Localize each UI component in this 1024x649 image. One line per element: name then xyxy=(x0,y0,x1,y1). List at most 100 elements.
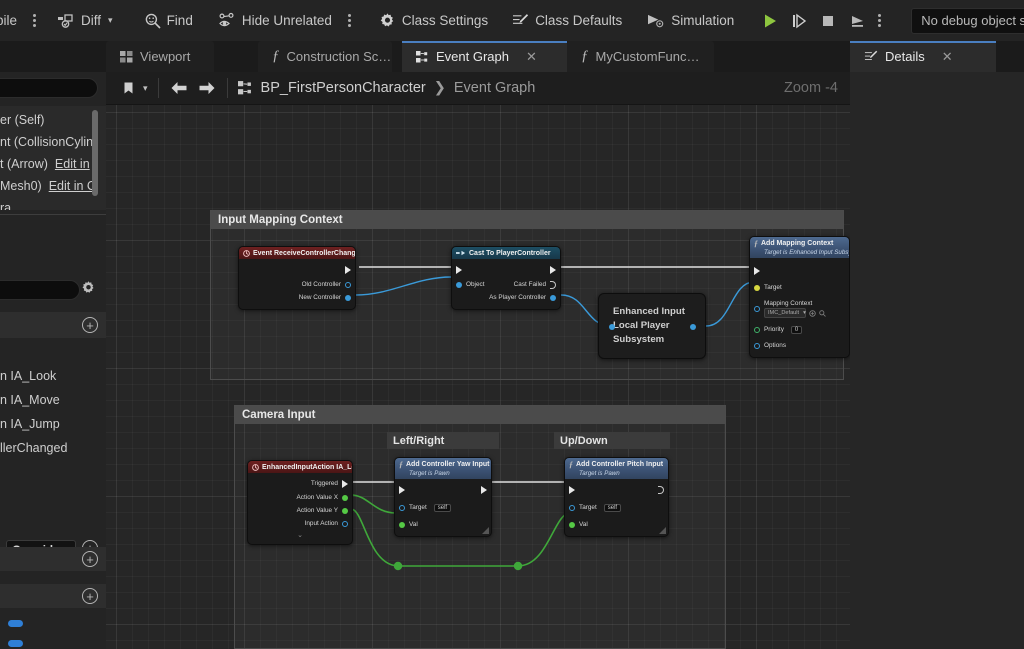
node-pin-cast-failed[interactable]: Cast Failed xyxy=(514,281,556,289)
exec-in-pin-icon[interactable] xyxy=(569,486,575,494)
float-pin-icon[interactable] xyxy=(342,508,348,514)
priority-value-input[interactable]: 0 xyxy=(791,326,802,334)
compile-options-kebab[interactable] xyxy=(26,6,43,36)
play-options-kebab[interactable] xyxy=(871,6,888,36)
object-out-pin-icon[interactable] xyxy=(690,324,696,330)
exec-out-pin-icon[interactable] xyxy=(550,266,556,274)
node-pin-as-player-controller[interactable]: As Player Controller xyxy=(452,291,560,304)
debug-object-selector[interactable]: No debug object select xyxy=(911,8,1024,34)
node-resize-grip[interactable] xyxy=(659,527,666,534)
exec-pin-icon[interactable] xyxy=(754,267,760,275)
play-button[interactable] xyxy=(755,7,784,35)
node-pin-action-value-x[interactable]: Action Value X xyxy=(248,491,352,504)
compile-button[interactable]: pile xyxy=(0,6,26,36)
object-pin-icon[interactable] xyxy=(456,282,462,288)
node-cast-to-player-controller[interactable]: Cast To PlayerController Object Cast Fai… xyxy=(451,246,561,310)
node-pin-val[interactable]: Val xyxy=(565,518,668,531)
event-graph-canvas[interactable]: Input Mapping Context Camera Input xyxy=(106,105,850,649)
object-pin-icon[interactable] xyxy=(399,505,405,511)
class-settings-button[interactable]: Class Settings xyxy=(370,6,497,36)
tab-my-custom-function[interactable]: ƒ MyCustomFunc… xyxy=(567,41,714,72)
node-pin-mapping-context[interactable]: Mapping Context IMC_Default ▾ xyxy=(750,298,849,320)
struct-pin-icon[interactable] xyxy=(754,343,760,349)
exec-pin-icon[interactable] xyxy=(342,480,348,488)
node-event-receive-controller-changed[interactable]: Event ReceiveControllerChanged Old Contr… xyxy=(238,246,356,310)
list-item[interactable]: t (Arrow) Edit in xyxy=(0,153,106,175)
diff-button[interactable]: Diff ▾ xyxy=(49,6,122,36)
exec-in-pin-icon[interactable] xyxy=(456,266,462,274)
add-graph-button[interactable]: + xyxy=(82,317,98,333)
list-item[interactable]: ra xyxy=(0,197,106,210)
node-add-controller-yaw-input[interactable]: ƒ Add Controller Yaw Input Target is Paw… xyxy=(394,457,492,537)
node-pin-exec-in[interactable] xyxy=(750,263,849,278)
exec-in-pin-icon[interactable] xyxy=(399,486,405,494)
node-pin-input-action[interactable]: Input Action xyxy=(248,517,352,530)
object-pin-icon[interactable] xyxy=(550,295,556,301)
int-pin-icon[interactable] xyxy=(754,327,760,333)
list-item[interactable]: Mesh0) Edit in C xyxy=(0,175,106,197)
node-pin-old-controller[interactable]: Old Controller xyxy=(239,278,355,291)
node-pin-target[interactable]: Target xyxy=(750,281,849,294)
edit-in-cpp-link[interactable]: Edit in C xyxy=(49,179,96,193)
exec-out-pin-icon[interactable] xyxy=(658,486,664,494)
list-item[interactable]: n IA_Jump xyxy=(0,412,106,436)
target-value-input[interactable]: self xyxy=(604,504,621,512)
back-button[interactable] xyxy=(165,76,193,101)
chevron-down-icon[interactable]: ⌄ xyxy=(297,531,303,539)
node-pin-triggered[interactable]: Triggered xyxy=(248,476,352,491)
components-scrollbar[interactable] xyxy=(92,110,98,196)
node-pin-target[interactable]: Target self xyxy=(565,501,668,514)
list-item[interactable]: n IA_Look xyxy=(0,364,106,388)
my-blueprint-search-input[interactable] xyxy=(0,280,80,300)
my-blueprint-settings-button[interactable] xyxy=(81,280,96,295)
node-resize-grip[interactable] xyxy=(482,527,489,534)
add-variable-button[interactable]: + xyxy=(82,551,98,567)
breadcrumb-root[interactable]: BP_FirstPersonCharacter xyxy=(261,80,426,96)
step-button[interactable] xyxy=(784,7,813,35)
node-add-mapping-context[interactable]: ƒ Add Mapping Context Target is Enhanced… xyxy=(749,236,850,358)
close-icon[interactable]: ✕ xyxy=(526,49,537,65)
list-item[interactable]: n IA_Move xyxy=(0,388,106,412)
tab-details[interactable]: Details ✕ xyxy=(850,41,996,72)
object-pin-icon[interactable] xyxy=(342,521,348,527)
stop-button[interactable] xyxy=(813,7,842,35)
node-pin-target[interactable]: Target self xyxy=(395,501,491,514)
tab-construction-script[interactable]: ƒ Construction Sc… xyxy=(258,41,392,72)
hide-unrelated-button[interactable]: Hide Unrelated xyxy=(210,6,341,36)
search-asset-icon[interactable] xyxy=(819,310,826,317)
object-pin-icon[interactable] xyxy=(345,295,351,301)
exec-pin-icon[interactable] xyxy=(550,281,556,289)
node-pin-new-controller[interactable]: New Controller xyxy=(239,291,355,304)
tab-event-graph[interactable]: Event Graph ✕ xyxy=(402,41,567,72)
list-item[interactable]: nt (CollisionCylin xyxy=(0,131,106,153)
hide-unrelated-kebab[interactable] xyxy=(341,6,358,36)
target-value-input[interactable]: self xyxy=(434,504,451,512)
find-button[interactable]: Find xyxy=(136,6,202,36)
node-pin-options[interactable]: Options xyxy=(750,339,849,352)
object-pin-icon[interactable] xyxy=(569,505,575,511)
float-pin-icon[interactable] xyxy=(399,522,405,528)
object-pin-icon[interactable] xyxy=(345,282,351,288)
node-enhanced-input-action-ia-look[interactable]: EnhancedInputAction IA_Look Triggered Ac… xyxy=(247,460,353,545)
components-search-input[interactable] xyxy=(0,78,98,98)
float-pin-icon[interactable] xyxy=(342,495,348,501)
list-item[interactable]: llerChanged xyxy=(0,436,106,460)
node-pin-priority[interactable]: Priority 0 xyxy=(750,323,849,336)
simulation-button[interactable]: Simulation xyxy=(637,6,743,36)
node-pin-exec-out[interactable] xyxy=(239,262,355,278)
float-pin-icon[interactable] xyxy=(569,522,575,528)
browse-asset-icon[interactable] xyxy=(809,310,816,317)
node-pin-val[interactable]: Val xyxy=(395,518,491,531)
list-item[interactable]: er (Self) xyxy=(0,109,106,131)
tab-viewport[interactable]: Viewport xyxy=(106,41,214,72)
forward-button[interactable] xyxy=(193,76,221,101)
exec-out-pin-icon[interactable] xyxy=(481,486,487,494)
chevron-down-icon[interactable]: ▾ xyxy=(143,83,148,94)
node-add-controller-pitch-input[interactable]: ƒ Add Controller Pitch Input Target is P… xyxy=(564,457,669,537)
edit-in-cpp-link[interactable]: Edit in xyxy=(55,157,90,171)
node-pin-object[interactable]: Object xyxy=(456,281,484,288)
eject-button[interactable] xyxy=(842,7,871,35)
add-macro-button[interactable]: + xyxy=(82,588,98,604)
class-defaults-button[interactable]: Class Defaults xyxy=(503,6,631,36)
node-enhanced-input-local-player-subsystem[interactable]: Enhanced Input Local Player Subsystem xyxy=(598,293,706,359)
